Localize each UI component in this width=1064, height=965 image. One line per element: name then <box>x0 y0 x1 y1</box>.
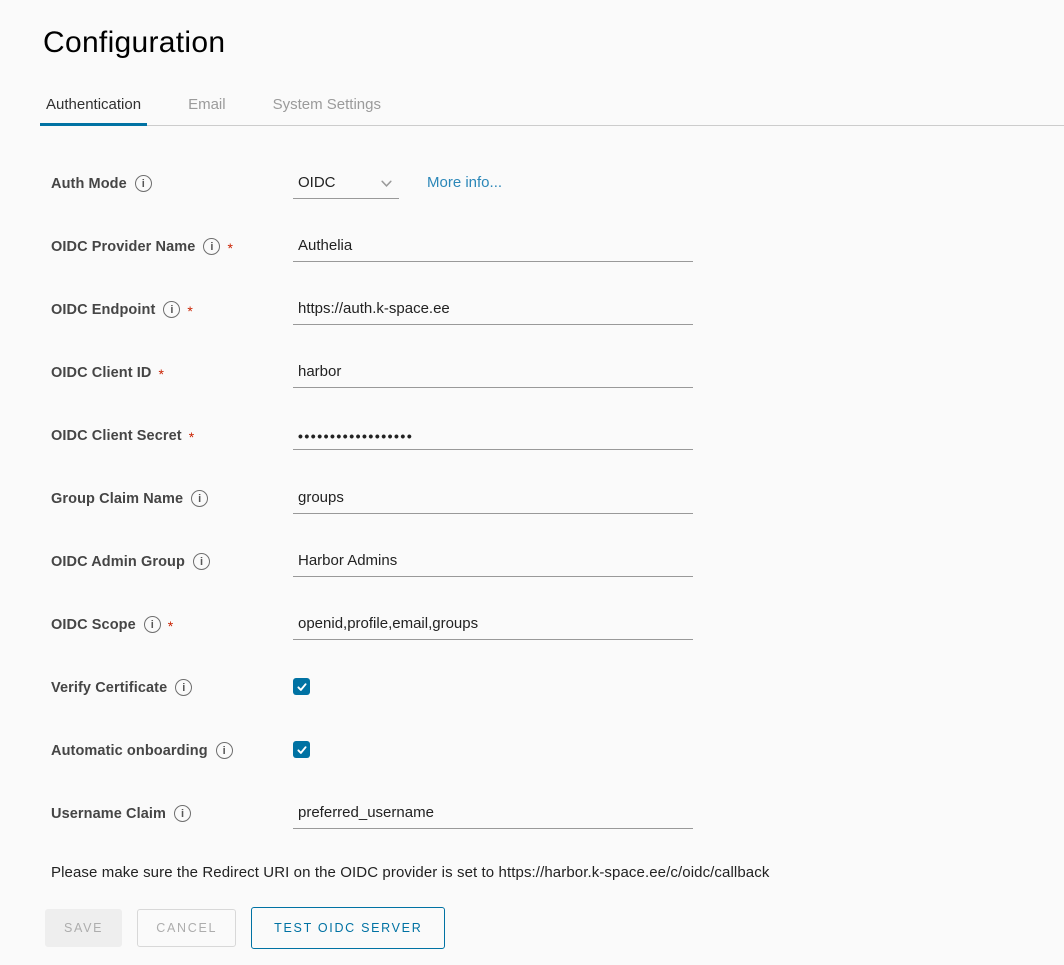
save-button[interactable]: SAVE <box>45 909 122 947</box>
tab-bar: Authentication Email System Settings <box>45 90 1064 126</box>
field-label-automatic-onboarding: Automatic onboarding <box>51 743 208 759</box>
field-label-oidc-scope: OIDC Scope <box>51 617 136 633</box>
redirect-uri-note: Please make sure the Redirect URI on the… <box>45 864 1064 881</box>
verify-certificate-checkbox[interactable] <box>293 678 310 695</box>
form-row-automatic-onboarding: Automatic onboarding i <box>45 739 1064 767</box>
form-row-verify-certificate: Verify Certificate i <box>45 676 1064 704</box>
form-row-auth-mode: Auth Mode i OIDC More info... <box>45 172 1064 200</box>
checkmark-icon <box>296 744 308 756</box>
form-row-oidc-client-secret: OIDC Client Secret * •••••••••••••••••• <box>45 424 1064 452</box>
info-icon[interactable]: i <box>216 742 233 759</box>
oidc-client-id-input[interactable]: harbor <box>293 361 693 388</box>
more-info-link[interactable]: More info... <box>427 172 502 191</box>
form-row-oidc-client-id: OIDC Client ID * harbor <box>45 361 1064 389</box>
info-icon[interactable]: i <box>144 616 161 633</box>
info-icon[interactable]: i <box>191 490 208 507</box>
form-row-username-claim: Username Claim i preferred_username <box>45 802 1064 830</box>
tab-authentication[interactable]: Authentication <box>40 90 147 125</box>
page-title: Configuration <box>43 26 1064 60</box>
field-label-auth-mode: Auth Mode <box>51 176 127 192</box>
info-icon[interactable]: i <box>174 805 191 822</box>
field-label-oidc-provider-name: OIDC Provider Name <box>51 239 195 255</box>
field-label-verify-certificate: Verify Certificate <box>51 680 167 696</box>
info-icon[interactable]: i <box>175 679 192 696</box>
required-asterisk: * <box>187 301 192 318</box>
oidc-provider-name-input[interactable]: Authelia <box>293 235 693 262</box>
chevron-down-icon <box>380 177 393 190</box>
auth-mode-select[interactable]: OIDC <box>293 172 399 199</box>
required-asterisk: * <box>227 238 232 255</box>
test-oidc-server-button[interactable]: TEST OIDC SERVER <box>251 907 445 949</box>
oidc-admin-group-input[interactable]: Harbor Admins <box>293 550 693 577</box>
auth-settings-form: Auth Mode i OIDC More info... OIDC Provider … <box>45 172 1064 830</box>
checkmark-icon <box>296 681 308 693</box>
required-asterisk: * <box>159 364 164 381</box>
form-row-oidc-admin-group: OIDC Admin Group i Harbor Admins <box>45 550 1064 578</box>
required-asterisk: * <box>168 616 173 633</box>
field-label-oidc-endpoint: OIDC Endpoint <box>51 302 155 318</box>
field-label-oidc-admin-group: OIDC Admin Group <box>51 554 185 570</box>
form-row-oidc-provider-name: OIDC Provider Name i * Authelia <box>45 235 1064 263</box>
action-buttons: SAVE CANCEL TEST OIDC SERVER <box>45 907 1064 949</box>
oidc-client-secret-input[interactable]: •••••••••••••••••• <box>293 424 693 450</box>
oidc-endpoint-input[interactable]: https://auth.k-space.ee <box>293 298 693 325</box>
group-claim-name-input[interactable]: groups <box>293 487 693 514</box>
oidc-scope-input[interactable]: openid,profile,email,groups <box>293 613 693 640</box>
form-row-oidc-scope: OIDC Scope i * openid,profile,email,groups <box>45 613 1064 641</box>
field-label-oidc-client-secret: OIDC Client Secret <box>51 428 182 444</box>
info-icon[interactable]: i <box>193 553 210 570</box>
field-label-username-claim: Username Claim <box>51 806 166 822</box>
automatic-onboarding-checkbox[interactable] <box>293 741 310 758</box>
field-label-oidc-client-id: OIDC Client ID <box>51 365 152 381</box>
info-icon[interactable]: i <box>203 238 220 255</box>
form-row-group-claim-name: Group Claim Name i groups <box>45 487 1064 515</box>
info-icon[interactable]: i <box>163 301 180 318</box>
tab-email[interactable]: Email <box>182 90 232 125</box>
info-icon[interactable]: i <box>135 175 152 192</box>
cancel-button[interactable]: CANCEL <box>137 909 236 947</box>
configuration-page: Configuration Authentication Email Syste… <box>0 0 1064 949</box>
tab-system-settings[interactable]: System Settings <box>267 90 387 125</box>
field-label-group-claim-name: Group Claim Name <box>51 491 183 507</box>
form-row-oidc-endpoint: OIDC Endpoint i * https://auth.k-space.ee <box>45 298 1064 326</box>
select-value: OIDC <box>298 174 336 191</box>
username-claim-input[interactable]: preferred_username <box>293 802 693 829</box>
required-asterisk: * <box>189 427 194 444</box>
